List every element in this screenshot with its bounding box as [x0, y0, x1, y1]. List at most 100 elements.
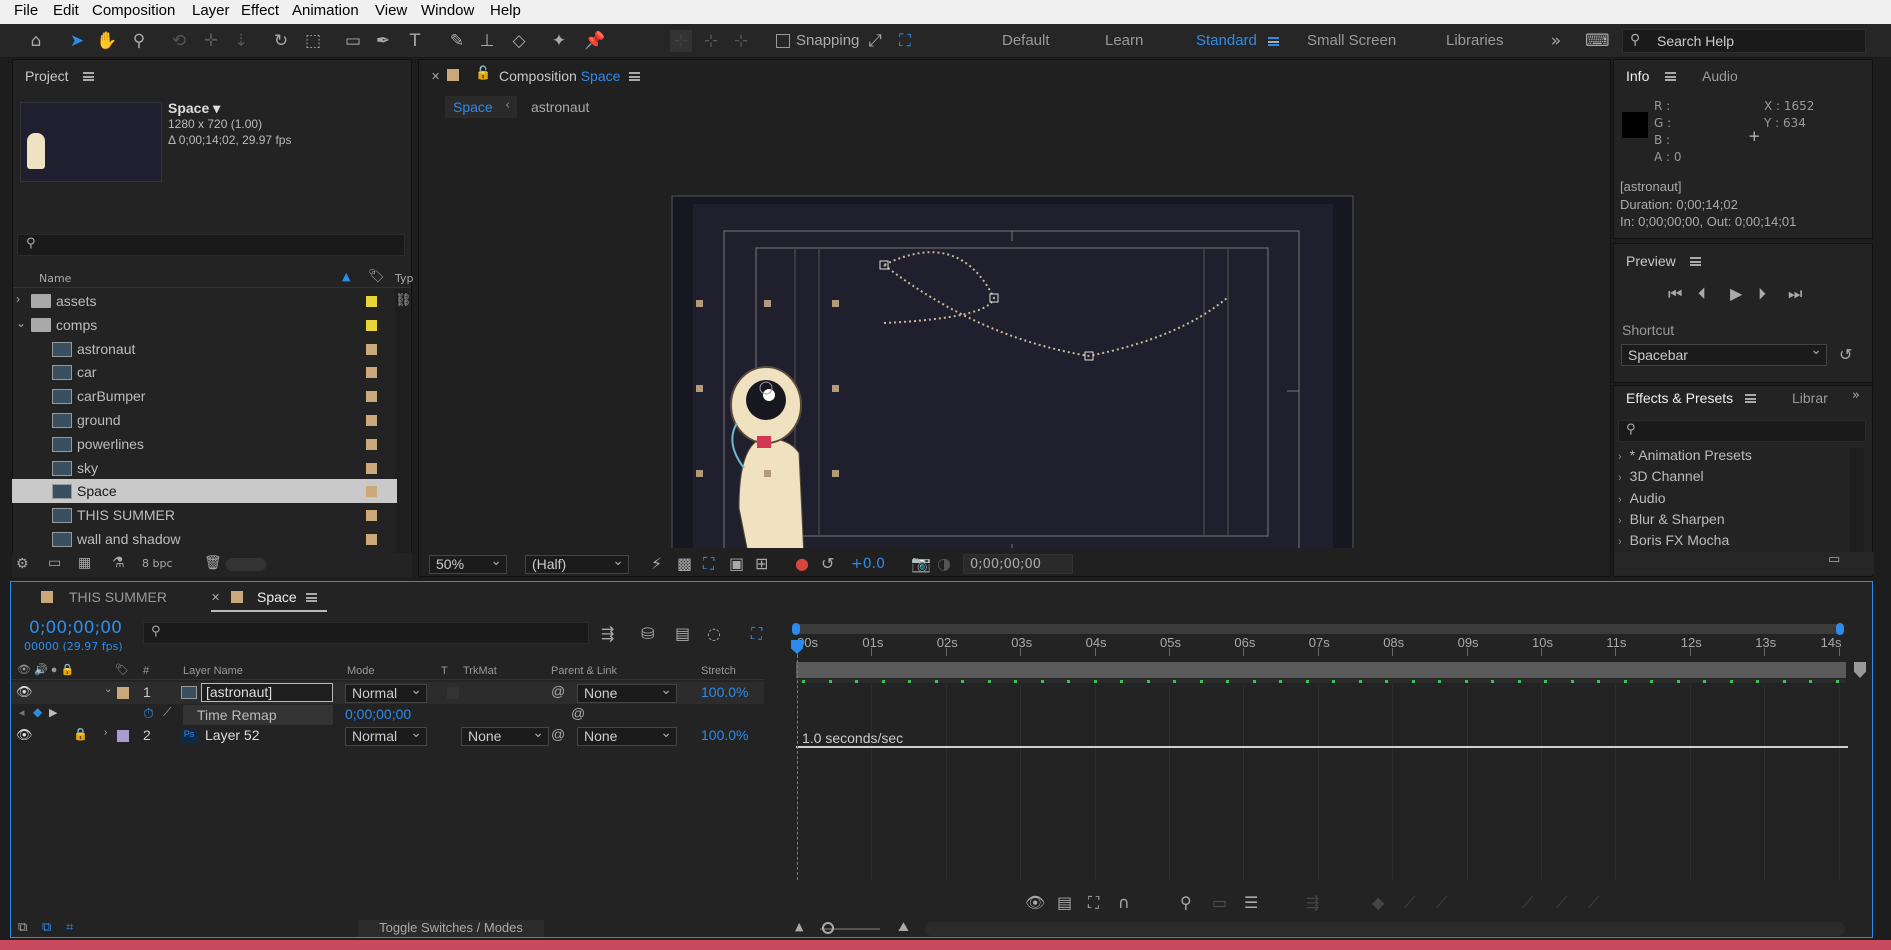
expression-pickwhip-icon[interactable]: @	[571, 705, 585, 721]
project-item[interactable]: ground	[12, 408, 397, 432]
label-color-swatch[interactable]	[366, 367, 377, 379]
in-out-panes-icon[interactable]: ⌗	[66, 920, 73, 935]
expand-chevron-icon[interactable]: ⌄	[104, 684, 112, 695]
project-item[interactable]: astronaut	[12, 337, 397, 361]
work-area-end-handle[interactable]	[1836, 623, 1844, 635]
brush-tool-icon[interactable]: ✎	[446, 30, 468, 52]
project-item[interactable]: Space	[12, 479, 397, 504]
menu-animation[interactable]: Animation	[292, 2, 359, 19]
label-color-swatch[interactable]	[366, 415, 377, 426]
new-comp-icon[interactable]: ▦	[78, 555, 91, 571]
lock-icon[interactable]: 🔒	[73, 727, 88, 741]
draft-3d-icon[interactable]: ⛁	[641, 624, 654, 643]
tab-this-summer[interactable]: THIS SUMMER	[69, 589, 167, 605]
roto-brush-icon[interactable]: ✦	[548, 30, 570, 52]
tab-space[interactable]: Space	[257, 589, 297, 605]
motion-blur-icon[interactable]: ◌	[707, 624, 721, 643]
work-area-bar[interactable]	[792, 624, 1842, 634]
timeline-menu-icon[interactable]	[306, 593, 317, 602]
graph-editor-icon[interactable]: ⛶	[751, 624, 762, 644]
breadcrumb-astronaut[interactable]: astronaut	[531, 99, 589, 115]
axis-world-icon[interactable]: ⊹	[700, 30, 722, 52]
preview-tab[interactable]: Preview	[1626, 253, 1676, 269]
easy-ease-icon[interactable]: ⟋	[1522, 893, 1533, 913]
label-color-swatch[interactable]	[366, 534, 377, 545]
timeline-timecode[interactable]: 0;00;00;00	[29, 618, 122, 638]
snap-options-icon[interactable]: ⤢	[864, 30, 886, 52]
transform-box-icon[interactable]: ⛶	[1088, 893, 1099, 913]
next-keyframe-icon[interactable]: ▶	[49, 706, 57, 719]
column-trkmat[interactable]: TrkMat	[463, 665, 497, 677]
menu-file[interactable]: File	[14, 2, 38, 19]
interpret-footage-icon[interactable]: ⚙	[16, 556, 29, 572]
menu-window[interactable]: Window	[421, 2, 474, 19]
label-tag-icon[interactable]: 🏷	[368, 269, 385, 284]
effect-category[interactable]: › 3D Channel	[1618, 468, 1704, 484]
easy-ease-out-icon[interactable]: ⟋	[1588, 893, 1599, 913]
dolly-camera-icon[interactable]: ⇣	[230, 30, 252, 52]
label-color-swatch[interactable]	[366, 391, 377, 403]
prev-keyframe-icon[interactable]: ◂	[19, 706, 25, 719]
eye-icon[interactable]: 👁	[16, 684, 33, 700]
libraries-tab[interactable]: Librar	[1792, 390, 1828, 406]
menu-effect[interactable]: Effect	[241, 2, 279, 19]
pen-tool-icon[interactable]: ✒	[372, 30, 394, 52]
label-color-swatch[interactable]	[366, 510, 377, 522]
zoom-in-icon[interactable]: ⛰	[898, 920, 909, 935]
mask-path-icon[interactable]: ⛶	[703, 554, 714, 574]
blend-mode-select[interactable]: Normal	[345, 681, 427, 703]
chevron-right-icon[interactable]: ›	[16, 292, 20, 306]
project-scrollbar[interactable]	[395, 288, 409, 558]
stretch-value[interactable]: 100.0%	[701, 684, 748, 700]
transfer-controls-icon[interactable]: ⧉	[42, 920, 51, 935]
first-frame-icon[interactable]: ⏮	[1668, 284, 1682, 304]
search-help-field[interactable]: ⚲ Search Help	[1622, 29, 1866, 53]
column-type[interactable]: Typ	[395, 272, 414, 285]
more-panels-icon[interactable]: »	[1852, 388, 1860, 403]
track-matte-select[interactable]: None	[461, 724, 549, 746]
project-tab[interactable]: Project	[25, 68, 69, 84]
project-item[interactable]: carBumper	[12, 384, 397, 408]
speed-graph-line[interactable]	[796, 746, 1848, 748]
graph-icon[interactable]: ⟋	[163, 705, 171, 720]
audio-tab[interactable]: Audio	[1702, 68, 1738, 84]
info-tab[interactable]: Info	[1626, 68, 1649, 84]
menu-view[interactable]: View	[375, 2, 407, 19]
column-parent[interactable]: Parent & Link	[551, 665, 617, 677]
workspace-libraries[interactable]: Libraries	[1446, 32, 1504, 49]
breadcrumb-space[interactable]: Space ‹	[445, 96, 517, 118]
project-item[interactable]: › assets ⛓	[12, 289, 412, 313]
type-tool-icon[interactable]: T	[404, 30, 426, 52]
eraser-tool-icon[interactable]: ◇	[508, 30, 530, 52]
project-item[interactable]: ⌄ comps	[12, 313, 397, 337]
snap-target-icon[interactable]: ⛶	[894, 30, 916, 52]
channels-icon[interactable]: ●	[795, 554, 809, 573]
label-color-swatch[interactable]	[366, 319, 377, 331]
project-menu-icon[interactable]	[83, 72, 94, 81]
snap-icon[interactable]: ∩	[1118, 893, 1130, 912]
timeline-scrollbar[interactable]	[925, 922, 1845, 936]
grid-guides-icon[interactable]: ⊞	[755, 554, 768, 573]
snapshot-icon[interactable]: 📷	[911, 554, 931, 573]
more-workspaces-icon[interactable]: »	[1545, 30, 1567, 52]
shortcut-select[interactable]: Spacebar	[1621, 341, 1827, 366]
zoom-out-icon[interactable]: ▲	[795, 920, 803, 933]
axis-view-icon[interactable]: ⊹	[730, 30, 752, 52]
effects-menu-icon[interactable]	[1745, 394, 1756, 403]
project-search-input[interactable]: ⚲	[17, 234, 405, 256]
thumbnail-slider[interactable]	[226, 558, 266, 571]
project-item[interactable]: sky	[12, 456, 397, 480]
av-switches-icon[interactable]: 👁 🔊 ● 🔒	[17, 663, 74, 676]
composition-viewer[interactable]	[419, 118, 1610, 548]
workspace-learn[interactable]: Learn	[1105, 32, 1143, 49]
pan-behind-icon[interactable]: ⬚	[302, 30, 324, 52]
menu-composition[interactable]: Composition	[92, 2, 175, 19]
layer-switches-icon[interactable]: ⧉	[18, 920, 27, 935]
keyboard-icon[interactable]: ⌨	[1585, 30, 1610, 52]
region-of-interest-icon[interactable]: ▣	[729, 554, 744, 573]
lock-icon[interactable]: 🔓	[475, 66, 491, 81]
label-color-swatch[interactable]	[366, 486, 377, 498]
preserve-transparency-checkbox[interactable]	[447, 687, 459, 699]
workspace-default[interactable]: Default	[1002, 32, 1050, 49]
column-mode[interactable]: Mode	[347, 665, 375, 677]
